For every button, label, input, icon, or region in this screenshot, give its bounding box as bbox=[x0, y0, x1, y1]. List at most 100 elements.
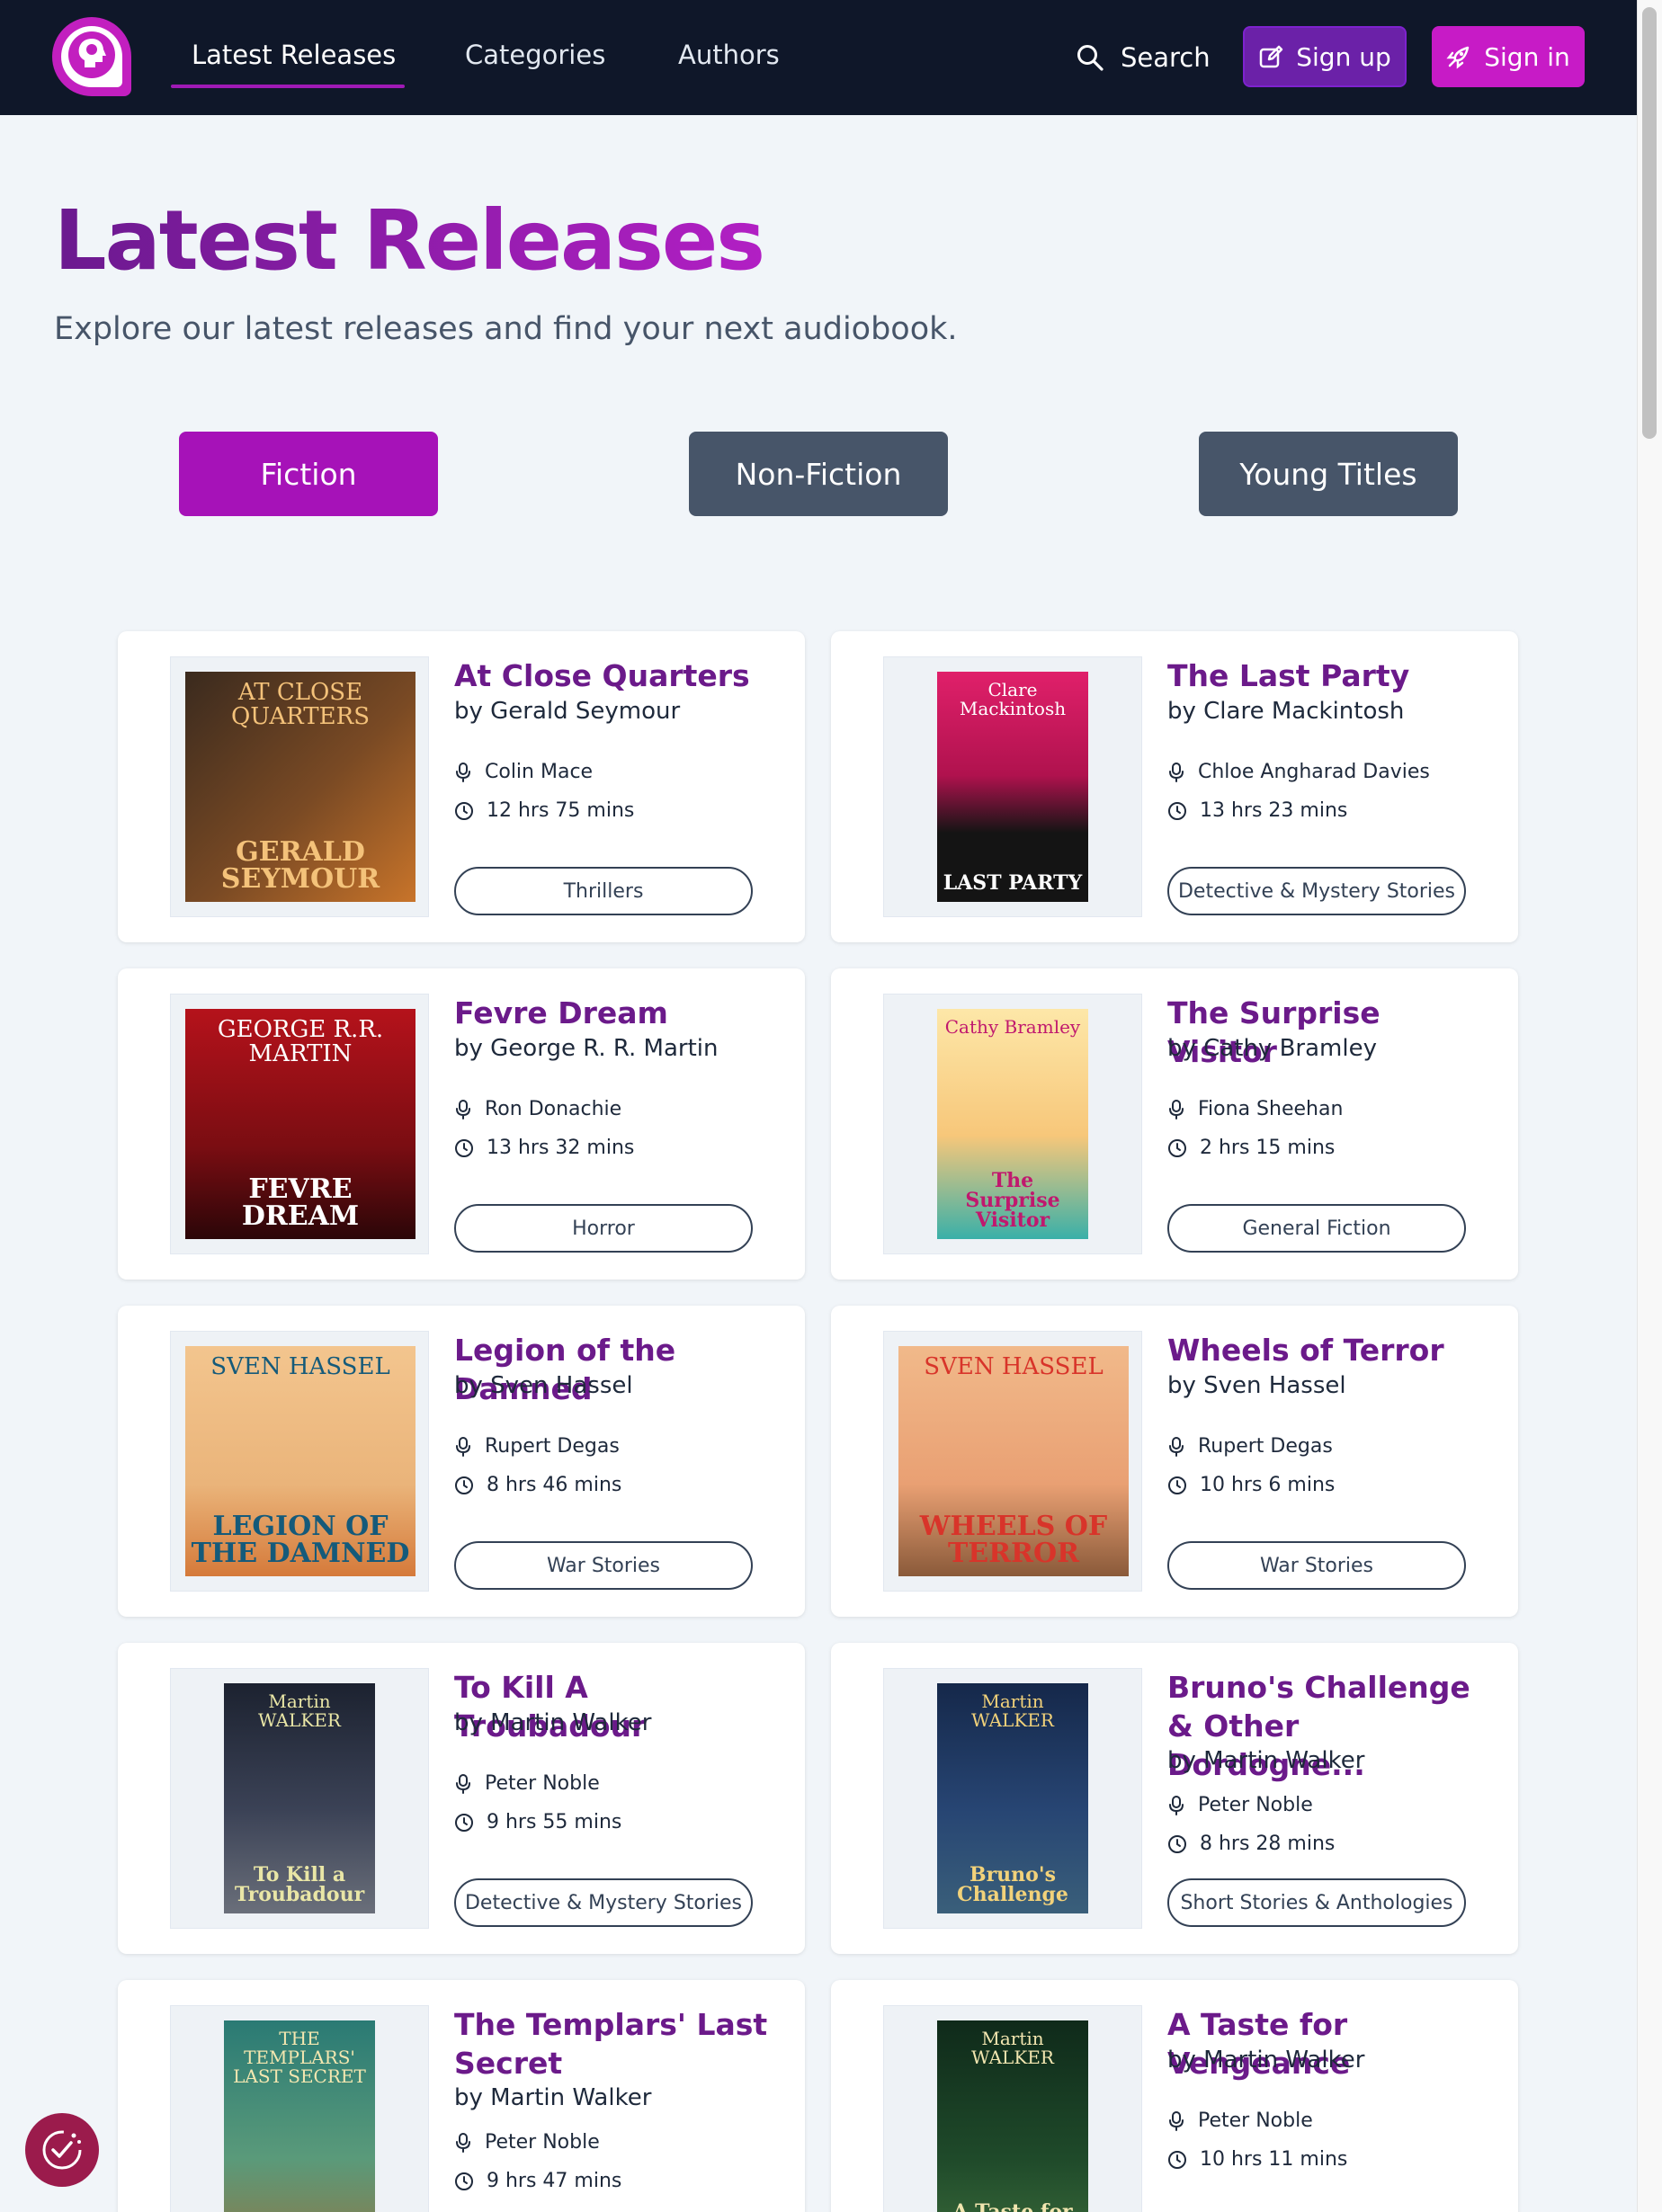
book-cover-frame[interactable]: SVEN HASSEL WHEELS OF TERROR bbox=[883, 1331, 1142, 1592]
genre-tag[interactable]: Short Stories & Anthologies bbox=[1167, 1878, 1466, 1927]
book-author[interactable]: Gerald Seymour bbox=[490, 698, 680, 725]
genre-tag[interactable]: Horror bbox=[454, 1204, 753, 1253]
book-cover-image[interactable]: Martin WALKER Bruno's Challenge bbox=[937, 1683, 1088, 1913]
book-card[interactable]: SVEN HASSEL WHEELS OF TERROR Wheels of Ter… bbox=[831, 1306, 1518, 1617]
duration-row: 9 hrs 55 mins bbox=[454, 1811, 621, 1833]
narrator-name: Peter Noble bbox=[485, 1772, 600, 1795]
genre-tag[interactable]: Detective & Mystery Stories bbox=[1167, 867, 1466, 915]
book-card[interactable]: Martin WALKER To Kill a Troubadour To Kill… bbox=[118, 1643, 805, 1954]
book-author[interactable]: George R. R. Martin bbox=[490, 1035, 718, 1062]
cover-title-text: AT CLOSE QUARTERS bbox=[230, 679, 371, 731]
book-cover-image[interactable]: Martin WALKER A Taste for Vengeance bbox=[937, 2020, 1088, 2212]
search-button[interactable]: Search bbox=[1076, 36, 1211, 79]
book-cover-image[interactable]: SVEN HASSEL WHEELS OF TERROR bbox=[898, 1346, 1129, 1576]
book-cover-image[interactable]: Clare Mackintosh LAST PARTY bbox=[937, 672, 1088, 902]
book-cover-image[interactable]: THE TEMPLARS' LAST SECRET bbox=[224, 2020, 375, 2212]
by-label: by bbox=[454, 1372, 483, 1399]
book-cover-frame[interactable]: Martin WALKER To Kill a Troubadour bbox=[170, 1668, 429, 1929]
book-cover-frame[interactable]: THE TEMPLARS' LAST SECRET bbox=[170, 2005, 429, 2212]
book-cover-frame[interactable]: AT CLOSE QUARTERS GERALD SEYMOUR bbox=[170, 656, 429, 917]
book-cover-frame[interactable]: Martin WALKER A Taste for Vengeance bbox=[883, 2005, 1142, 2212]
clock-icon bbox=[1168, 2150, 1186, 2169]
book-card[interactable]: Martin WALKER Bruno's Challenge Bruno's Ch… bbox=[831, 1643, 1518, 1954]
book-title[interactable]: Fevre Dream bbox=[454, 994, 787, 1032]
cover-title-text: GEORGE R.R. MARTIN bbox=[217, 1016, 384, 1068]
cookie-check-icon bbox=[42, 2130, 82, 2170]
book-author[interactable]: Sven Hassel bbox=[1203, 1372, 1345, 1399]
duration-text: 2 hrs 15 mins bbox=[1200, 1137, 1336, 1159]
book-title[interactable]: The Templars' Last Secret bbox=[454, 2005, 787, 2083]
clock-icon bbox=[455, 801, 473, 820]
clock-icon bbox=[1168, 1834, 1186, 1853]
narrator-row: Peter Noble bbox=[1167, 2109, 1313, 2132]
nav-active-indicator bbox=[171, 85, 405, 88]
book-cover-frame[interactable]: Cathy Bramley The Surprise Visitor bbox=[883, 994, 1142, 1254]
genre-tag[interactable]: Detective & Mystery Stories bbox=[454, 1878, 753, 1927]
by-label: by bbox=[454, 2084, 483, 2111]
narrator-row: Peter Noble bbox=[454, 2131, 600, 2154]
duration-text: 8 hrs 28 mins bbox=[1200, 1833, 1336, 1855]
nav-categories[interactable]: Categories bbox=[465, 40, 605, 70]
book-cover-frame[interactable]: SVEN HASSEL LEGION OF THE DAMNED bbox=[170, 1331, 429, 1592]
book-byline: by Martin Walker bbox=[454, 2084, 651, 2111]
genre-tag[interactable]: General Fiction bbox=[1167, 1204, 1466, 1253]
book-card[interactable]: Cathy Bramley The Surprise Visitor The Sur… bbox=[831, 968, 1518, 1280]
cover-author-text: LAST PARTY bbox=[943, 871, 1083, 895]
book-byline: by Cathy Bramley bbox=[1167, 1035, 1377, 1062]
book-author[interactable]: Martin Walker bbox=[490, 2084, 651, 2111]
book-card[interactable]: Clare Mackintosh LAST PARTY The Last Party… bbox=[831, 631, 1518, 942]
book-card[interactable]: Martin WALKER A Taste for VengeanceA Tast… bbox=[831, 1980, 1518, 2212]
sign-in-button[interactable]: Sign in bbox=[1432, 26, 1585, 87]
cover-title-text: SVEN HASSEL bbox=[924, 1353, 1104, 1380]
book-card[interactable]: GEORGE R.R. MARTIN FEVRE DREAM Fevre Dream… bbox=[118, 968, 805, 1280]
book-author[interactable]: Sven Hassel bbox=[490, 1372, 632, 1399]
book-title[interactable]: Wheels of Terror bbox=[1167, 1331, 1500, 1369]
nav-authors[interactable]: Authors bbox=[678, 40, 780, 70]
tab-young-titles[interactable]: Young Titles bbox=[1199, 432, 1458, 516]
narrator-name: Chloe Angharad Davies bbox=[1198, 761, 1430, 783]
book-author[interactable]: Clare Mackintosh bbox=[1203, 698, 1404, 725]
genre-tag[interactable]: Thrillers bbox=[454, 867, 753, 915]
cookie-consent-button[interactable] bbox=[25, 2113, 99, 2187]
cover-author-text: To Kill a Troubadour bbox=[234, 1863, 365, 1906]
edit-icon bbox=[1260, 45, 1283, 68]
genre-tag[interactable]: War Stories bbox=[1167, 1541, 1466, 1590]
duration-row: 9 hrs 47 mins bbox=[454, 2170, 621, 2192]
book-author[interactable]: Martin Walker bbox=[1203, 1747, 1364, 1774]
cover-author-text: GERALD SEYMOUR bbox=[220, 836, 380, 895]
book-author[interactable]: Martin Walker bbox=[1203, 2047, 1364, 2074]
book-byline: by Martin Walker bbox=[454, 1709, 651, 1736]
sign-up-button[interactable]: Sign up bbox=[1243, 26, 1407, 87]
tab-non-fiction[interactable]: Non-Fiction bbox=[689, 432, 948, 516]
book-cover-frame[interactable]: GEORGE R.R. MARTIN FEVRE DREAM bbox=[170, 994, 429, 1254]
book-cover-frame[interactable]: Martin WALKER Bruno's Challenge bbox=[883, 1668, 1142, 1929]
book-card[interactable]: THE TEMPLARS' LAST SECRET The Templars' L… bbox=[118, 1980, 805, 2212]
book-author[interactable]: Martin Walker bbox=[490, 1709, 651, 1736]
book-author[interactable]: Cathy Bramley bbox=[1203, 1035, 1377, 1062]
book-cover-image[interactable]: GEORGE R.R. MARTIN FEVRE DREAM bbox=[185, 1009, 416, 1239]
by-label: by bbox=[1167, 1747, 1196, 1774]
duration-text: 13 hrs 23 mins bbox=[1200, 799, 1348, 822]
cover-author-text: LEGION OF THE DAMNED bbox=[191, 1511, 410, 1569]
logo[interactable] bbox=[52, 17, 131, 96]
book-cover-image[interactable]: AT CLOSE QUARTERS GERALD SEYMOUR bbox=[185, 672, 416, 902]
book-cover-frame[interactable]: Clare Mackintosh LAST PARTY bbox=[883, 656, 1142, 917]
book-cover-image[interactable]: SVEN HASSEL LEGION OF THE DAMNED bbox=[185, 1346, 416, 1576]
duration-row: 2 hrs 15 mins bbox=[1167, 1137, 1335, 1159]
book-title[interactable]: The Last Party bbox=[1167, 656, 1500, 695]
duration-row: 10 hrs 11 mins bbox=[1167, 2148, 1347, 2171]
book-cover-image[interactable]: Cathy Bramley The Surprise Visitor bbox=[937, 1009, 1088, 1239]
search-label: Search bbox=[1121, 42, 1211, 73]
book-title[interactable]: At Close Quarters bbox=[454, 656, 787, 695]
book-card[interactable]: SVEN HASSEL LEGION OF THE DAMNED Legion of… bbox=[118, 1306, 805, 1617]
duration-text: 8 hrs 46 mins bbox=[487, 1474, 622, 1496]
nav-latest-releases[interactable]: Latest Releases bbox=[192, 40, 396, 70]
clock-icon bbox=[455, 1138, 473, 1157]
tab-fiction[interactable]: Fiction bbox=[179, 432, 438, 516]
microphone-icon bbox=[1169, 2110, 1184, 2131]
genre-tag[interactable]: War Stories bbox=[454, 1541, 753, 1590]
scrollbar-thumb[interactable] bbox=[1642, 7, 1657, 439]
book-cover-image[interactable]: Martin WALKER To Kill a Troubadour bbox=[224, 1683, 375, 1913]
book-card[interactable]: AT CLOSE QUARTERS GERALD SEYMOUR At Close … bbox=[118, 631, 805, 942]
narrator-name: Peter Noble bbox=[1198, 2109, 1313, 2132]
